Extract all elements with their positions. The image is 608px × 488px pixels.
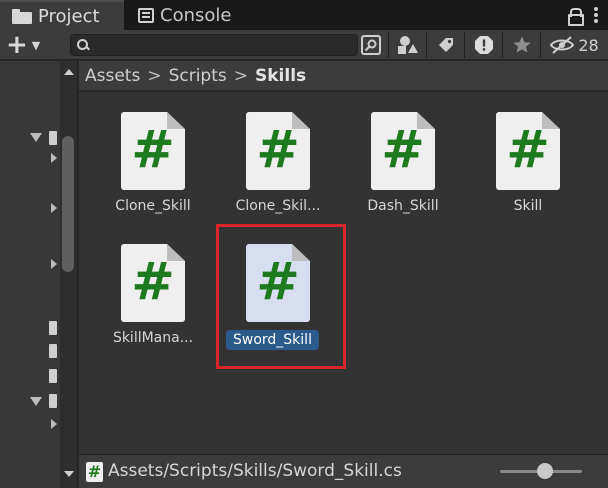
chevron-right-icon: >: [147, 65, 162, 86]
search-window-icon: [361, 35, 381, 55]
search-icon: [77, 39, 88, 50]
asset-item[interactable]: # Dash_Skill: [329, 92, 455, 214]
scroll-up-icon[interactable]: [64, 69, 74, 75]
expand-arrow-icon[interactable]: [51, 203, 57, 213]
favorites-button[interactable]: [506, 32, 538, 58]
tab-console[interactable]: Console: [126, 0, 266, 30]
folder-tree[interactable]: [0, 61, 78, 488]
csharp-script-icon: #: [121, 244, 185, 322]
csharp-script-icon: #: [371, 112, 435, 190]
status-footer: # Assets/Scripts/Skills/Sword_Skill.cs: [79, 454, 608, 488]
search-by-type-button[interactable]: [360, 32, 382, 58]
tab-console-label: Console: [160, 4, 232, 26]
project-toolbar: + ▼ 28: [0, 30, 608, 60]
console-icon: [138, 7, 154, 23]
asset-item[interactable]: # Clone_Skill: [79, 92, 205, 214]
selected-asset-path: Assets/Scripts/Skills/Sword_Skill.cs: [108, 461, 402, 481]
breadcrumb-item-assets[interactable]: Assets: [85, 66, 140, 86]
eye-hidden-icon: [550, 36, 575, 54]
asset-item[interactable]: # Skill: [454, 92, 580, 214]
search-field[interactable]: [70, 34, 358, 56]
expand-arrow-icon[interactable]: [30, 397, 42, 406]
star-icon: [513, 36, 531, 53]
hidden-count: 28: [578, 35, 599, 55]
csharp-script-icon: #: [121, 112, 185, 190]
expand-arrow-icon[interactable]: [51, 259, 57, 269]
asset-item[interactable]: # Clone_Skil...: [204, 92, 330, 214]
expand-arrow-icon[interactable]: [51, 153, 57, 163]
tree-scrollbar[interactable]: [60, 61, 77, 488]
tree-scrollbar-thumb[interactable]: [62, 136, 74, 272]
folder-icon: [49, 394, 57, 408]
more-options-icon[interactable]: [594, 7, 598, 23]
chevron-right-icon: >: [233, 65, 248, 86]
breadcrumb-item-scripts[interactable]: Scripts: [169, 66, 227, 86]
tab-bar: Project Console: [0, 0, 608, 30]
chevron-down-icon: ▼: [31, 38, 41, 52]
create-asset-button[interactable]: + ▼: [6, 30, 52, 60]
folder-icon: [49, 344, 57, 358]
breadcrumb-current[interactable]: Skills: [255, 66, 306, 86]
shapes-icon: [398, 36, 418, 54]
filter-by-type-button[interactable]: [392, 32, 424, 58]
plus-icon: +: [6, 30, 28, 60]
csharp-script-icon: #: [496, 112, 560, 190]
folder-icon: [49, 131, 57, 145]
tab-project[interactable]: Project: [0, 0, 124, 30]
scroll-down-icon[interactable]: [64, 471, 74, 477]
zoom-slider-thumb[interactable]: [537, 463, 554, 479]
folder-icon: [49, 321, 57, 335]
asset-grid: # Clone_Skill # Clone_Skil... # Dash_Ski…: [79, 92, 608, 454]
expand-arrow-icon[interactable]: [51, 419, 57, 429]
lock-icon[interactable]: [568, 8, 584, 26]
asset-item[interactable]: # SkillMana...: [79, 224, 205, 346]
folder-icon: [49, 369, 57, 383]
filter-by-label-button[interactable]: [430, 32, 462, 58]
highlight-box: [216, 224, 346, 369]
tag-icon: [439, 38, 453, 52]
csharp-script-icon: #: [86, 462, 103, 482]
csharp-script-icon: #: [246, 112, 310, 190]
asset-label: Skill: [513, 198, 543, 214]
tab-project-label: Project: [38, 5, 100, 27]
search-input[interactable]: [93, 35, 353, 55]
hidden-packages-toggle[interactable]: 28: [546, 32, 602, 58]
expand-arrow-icon[interactable]: [30, 133, 42, 142]
breadcrumb: Assets > Scripts > Skills: [79, 61, 608, 91]
filter-by-log-type-button[interactable]: [468, 32, 500, 58]
warning-icon: [475, 36, 493, 54]
folder-icon: [12, 8, 32, 24]
